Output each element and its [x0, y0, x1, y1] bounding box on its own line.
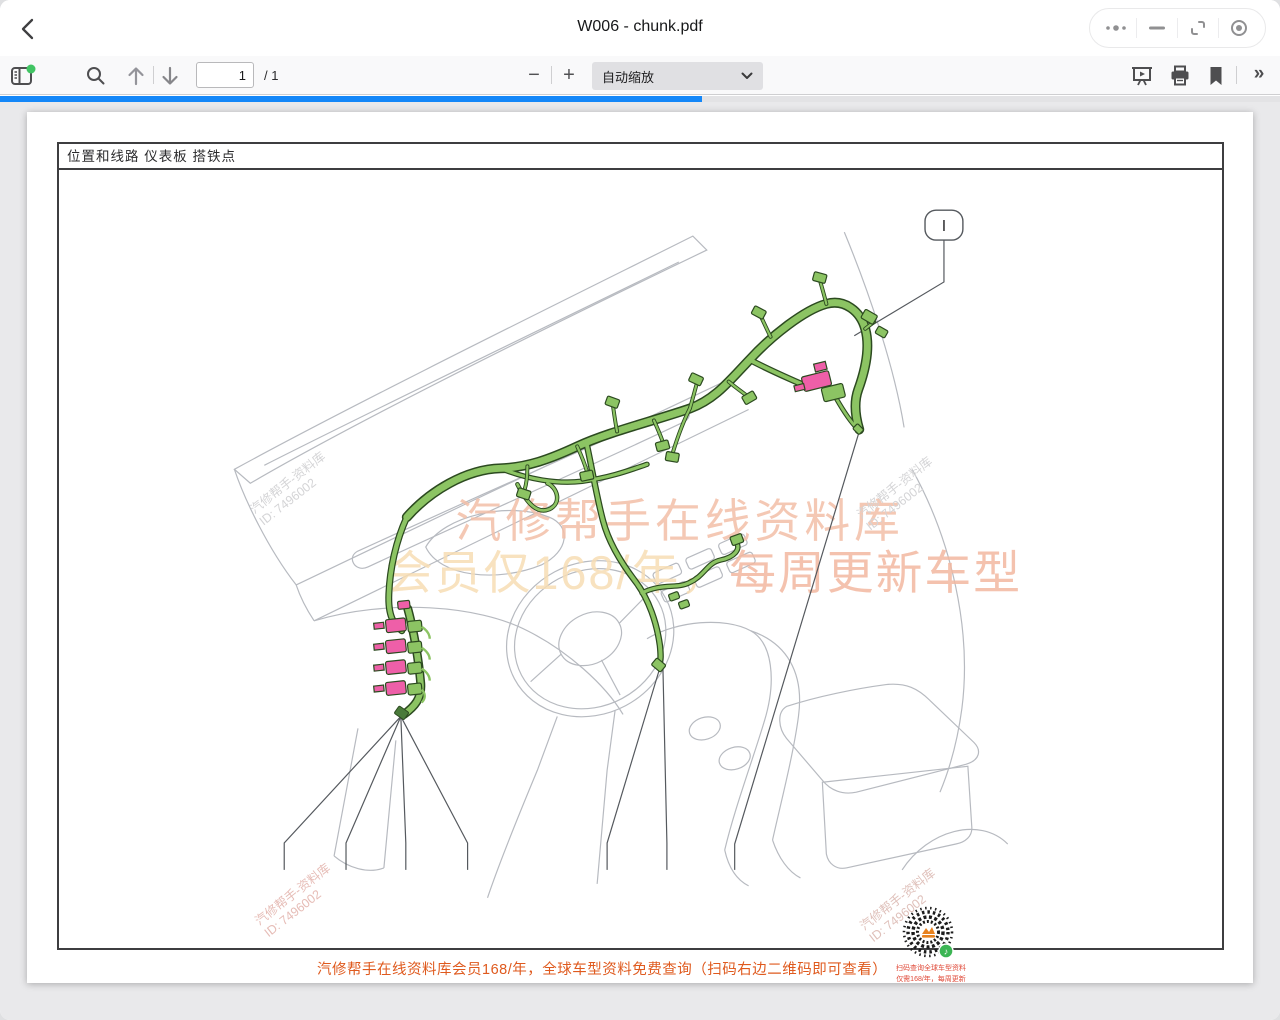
- pdf-page: 位置和线路 仪表板 搭铁点 汽修帮手在线资料库 会员仅168/年，每周更新车型 …: [27, 112, 1253, 983]
- more-tools-button[interactable]: »: [1246, 61, 1272, 87]
- pdf-toolbar: / 1 − + 自动缩放: [0, 56, 1280, 95]
- page-number-input[interactable]: [196, 62, 254, 88]
- chevron-down-icon: [741, 72, 753, 79]
- sidebar-toggle-button[interactable]: [8, 62, 38, 90]
- zoom-out-button[interactable]: −: [519, 60, 549, 90]
- bookmark-button[interactable]: [1204, 63, 1228, 89]
- search-button[interactable]: [84, 64, 108, 88]
- more-options-button[interactable]: [1096, 10, 1136, 46]
- titlebar: W006 - chunk.pdf: [0, 0, 1280, 56]
- minimize-icon: [1149, 26, 1165, 30]
- maximize-button[interactable]: [1178, 10, 1218, 46]
- zoom-level-select[interactable]: 自动缩放: [592, 62, 763, 90]
- pdf-viewer-window: W006 - chunk.pdf 1 / 1 − + 自动缩放 » 位置和线路 …: [0, 0, 1280, 1020]
- divider: [1236, 66, 1237, 84]
- minimize-button[interactable]: [1137, 10, 1177, 46]
- arrow-down-icon: [162, 66, 178, 85]
- loading-progress-fill: [0, 96, 702, 102]
- armrest-top: [779, 683, 980, 794]
- dots-icon: [1106, 25, 1126, 31]
- svg-text:汽修帮手在线资料库: 汽修帮手在线资料库: [456, 496, 904, 547]
- qr-caption: 扫码查询全球车型资料 仅需168/年，每周更新: [896, 965, 966, 983]
- page-count-label: / 1: [264, 68, 279, 83]
- qr-code-icon: ♪: [902, 906, 954, 959]
- sidebar-status-dot: [26, 64, 36, 74]
- record-icon: [1231, 20, 1247, 36]
- callout-label: I: [942, 218, 946, 235]
- sidebar-toggle-icon: [11, 64, 36, 85]
- presentation-icon: [1132, 67, 1152, 86]
- print-icon: [1171, 65, 1189, 86]
- previous-page-button[interactable]: [124, 64, 148, 88]
- footer-promo-text: 汽修帮手在线资料库会员168/年，全球车型资料免费查询（扫码右边二维码即可查看）: [317, 962, 888, 978]
- restore-icon: [1191, 21, 1205, 35]
- divider: [551, 66, 552, 84]
- zoom-in-button[interactable]: +: [554, 60, 584, 90]
- divider: [153, 66, 154, 84]
- watermark-large: 汽修帮手在线资料库 会员仅168/年，每周更新车型: [386, 496, 1020, 599]
- print-button[interactable]: [1167, 63, 1193, 89]
- connector-stack-left: [372, 599, 431, 704]
- loading-progress-bar: [0, 96, 1280, 102]
- callout-badge: I: [924, 209, 964, 241]
- bookmark-icon: [1210, 67, 1222, 85]
- presentation-mode-button[interactable]: [1129, 63, 1155, 89]
- zoom-level-value: 自动缩放: [602, 69, 655, 85]
- window-controls: [1089, 8, 1266, 48]
- record-button[interactable]: [1219, 10, 1259, 46]
- wiring-diagram: 汽修帮手在线资料库 会员仅168/年，每周更新车型 汽修帮手-资料库ID: 74…: [233, 209, 1020, 945]
- search-icon: [87, 67, 105, 85]
- diagram-frame: 位置和线路 仪表板 搭铁点 汽修帮手在线资料库 会员仅168/年，每周更新车型 …: [57, 142, 1224, 950]
- window-title: W006 - chunk.pdf: [577, 18, 703, 35]
- arrow-up-icon: [128, 67, 144, 86]
- viewer-area: 位置和线路 仪表板 搭铁点 汽修帮手在线资料库 会员仅168/年，每周更新车型 …: [0, 102, 1280, 1020]
- diagram-header-tabs: 位置和线路 仪表板 搭铁点: [59, 144, 1222, 170]
- qr-code: ♪: [901, 905, 957, 963]
- next-page-button[interactable]: [158, 64, 182, 88]
- svg-text:♪: ♪: [944, 947, 949, 957]
